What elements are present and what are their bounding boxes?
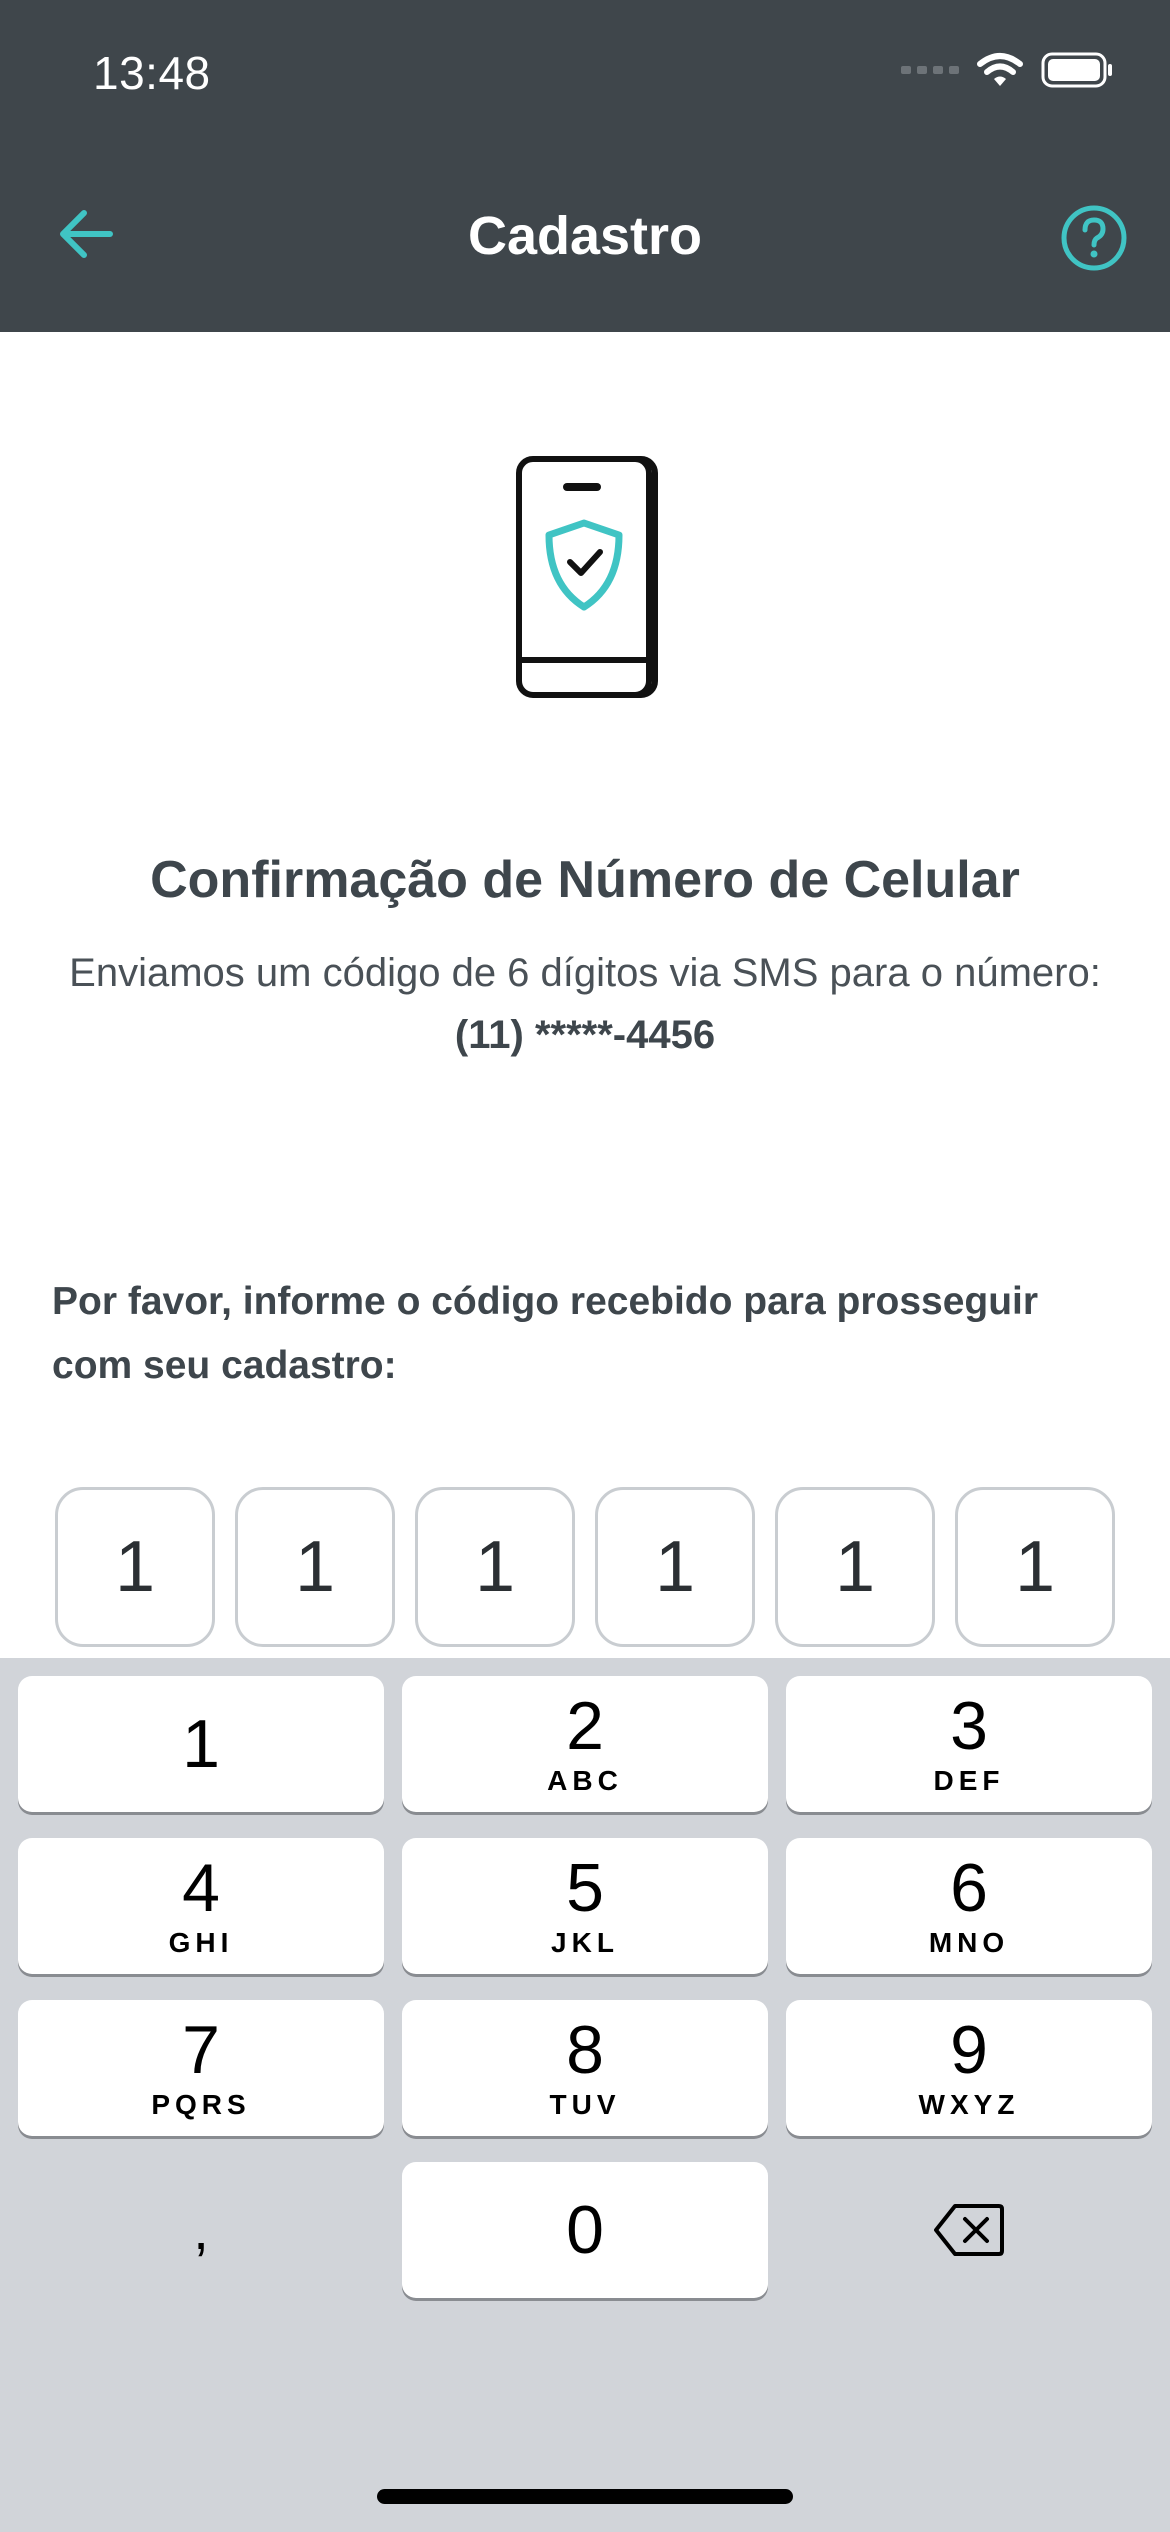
key-5[interactable]: 5 JKL (402, 1838, 768, 1974)
key-4[interactable]: 4 GHI (18, 1838, 384, 1974)
code-digit-1[interactable]: 1 (55, 1487, 215, 1647)
key-0-label: 0 (566, 2192, 604, 2268)
backspace-icon (934, 2204, 1004, 2256)
delete-key[interactable] (786, 2162, 1152, 2298)
key-6[interactable]: 6 MNO (786, 1838, 1152, 1974)
key-1[interactable]: 1 (18, 1676, 384, 1812)
wifi-icon (977, 53, 1023, 86)
key-comma-label: , (193, 2198, 209, 2261)
key-8[interactable]: 8 TUV (402, 2000, 768, 2136)
code-digit-2[interactable]: 1 (235, 1487, 395, 1647)
help-button[interactable] (1058, 202, 1130, 274)
key-3-letters: DEF (933, 1765, 1005, 1796)
code-digit-4[interactable]: 1 (595, 1487, 755, 1647)
code-digit-5[interactable]: 1 (775, 1487, 935, 1647)
key-9-letters: WXYZ (918, 2089, 1020, 2120)
key-4-letters: GHI (168, 1927, 234, 1958)
key-5-label: 5 (566, 1850, 604, 1926)
masked-phone-number: (11) *****-4456 (454, 1013, 716, 1057)
key-7[interactable]: 7 PQRS (18, 2000, 384, 2136)
key-3[interactable]: 3 DEF (786, 1676, 1152, 1812)
app-header: 13:48 Cadastro (0, 0, 1170, 332)
home-indicator[interactable] (377, 2489, 793, 2504)
confirmation-heading: Confirmação de Número de Celular (150, 851, 1020, 909)
key-2[interactable]: 2 ABC (402, 1676, 768, 1812)
key-7-letters: PQRS (151, 2089, 251, 2120)
key-4-label: 4 (182, 1850, 220, 1926)
status-icons (901, 52, 1115, 88)
key-5-letters: JKL (551, 1927, 619, 1958)
key-8-letters: TUV (549, 2089, 621, 2120)
key-6-letters: MNO (928, 1927, 1010, 1958)
numeric-keyboard: 1 2 ABC 3 DEF 4 GHI 5 JKL 6 MNO 7 PQRS 8… (0, 1658, 1170, 2532)
battery-icon (1041, 52, 1112, 88)
cellular-signal-icon (901, 66, 959, 74)
key-9[interactable]: 9 WXYZ (786, 2000, 1152, 2136)
code-digit-3[interactable]: 1 (415, 1487, 575, 1647)
key-3-label: 3 (950, 1688, 988, 1764)
key-comma[interactable]: , (18, 2162, 384, 2298)
key-9-label: 9 (950, 2012, 988, 2088)
key-2-letters: ABC (547, 1765, 623, 1796)
instruction-text: Por favor, informe o código recebido par… (52, 1280, 1039, 1387)
sms-info-prefix: Enviamos um código de 6 dígitos via SMS … (69, 951, 1101, 995)
key-0[interactable]: 0 (402, 2162, 768, 2298)
key-1-label: 1 (182, 1706, 220, 1782)
verification-code-input[interactable]: 1 1 1 1 1 1 (55, 1487, 1115, 1647)
key-8-label: 8 (566, 2012, 604, 2088)
key-6-label: 6 (950, 1850, 988, 1926)
key-7-label: 7 (182, 2012, 220, 2088)
code-digit-6[interactable]: 1 (955, 1487, 1115, 1647)
question-circle-icon (1061, 205, 1127, 271)
phone-shield-check-icon (516, 456, 658, 698)
key-2-label: 2 (566, 1688, 604, 1764)
status-time: 13:48 (93, 47, 211, 99)
page-title: Cadastro (467, 206, 703, 266)
sms-info-text: Enviamos um código de 6 dígitos via SMS … (60, 942, 1110, 1066)
